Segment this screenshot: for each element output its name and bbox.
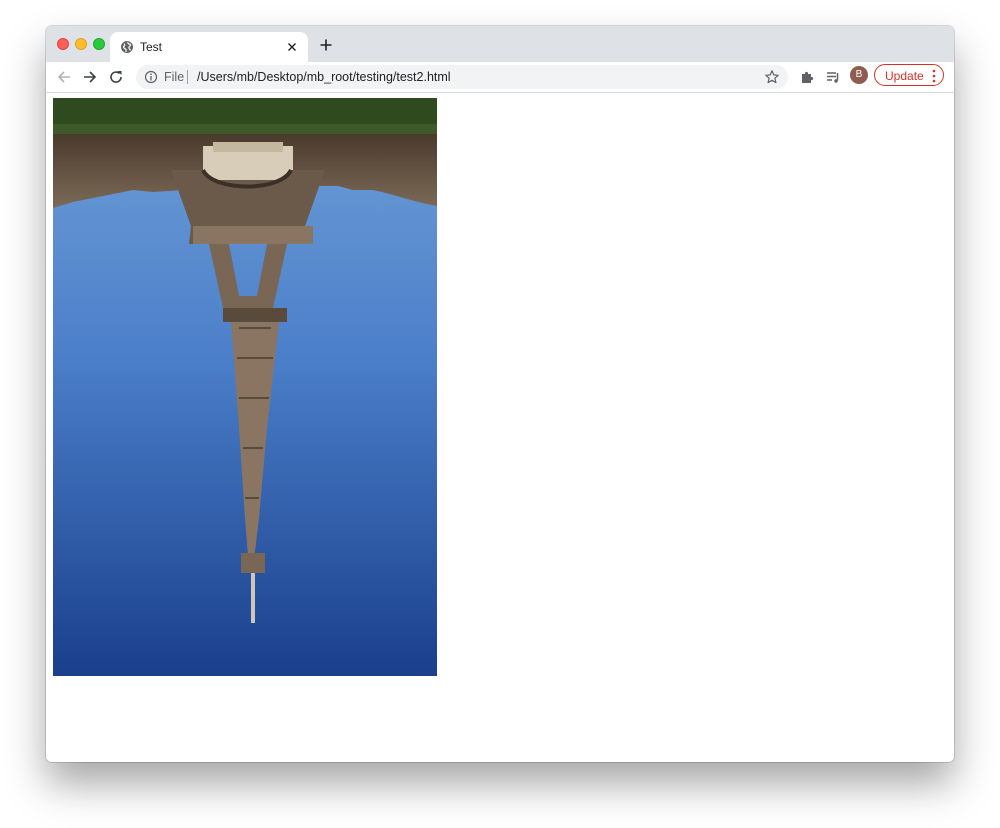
address-bar[interactable]: File /Users/mb/Desktop/mb_root/testing/t… <box>136 65 788 89</box>
puzzle-icon[interactable] <box>799 69 815 85</box>
kebab-menu-icon[interactable] <box>932 69 936 83</box>
page-content <box>46 93 954 762</box>
tab-test[interactable]: Test <box>110 32 308 62</box>
update-label: Update <box>885 69 924 83</box>
media-queue-icon[interactable] <box>825 69 841 85</box>
forward-arrow-icon[interactable] <box>82 69 98 85</box>
url-scheme-label: File <box>164 70 185 84</box>
update-button[interactable]: Update <box>874 64 944 86</box>
eiffel-tower-image <box>53 98 437 676</box>
globe-icon <box>121 41 133 53</box>
window-minimize-button[interactable] <box>75 38 87 50</box>
browser-window: Test File /Users/mb/Desktop/mb_root/test… <box>46 26 954 762</box>
tab-close-icon[interactable] <box>284 39 300 55</box>
avatar[interactable]: B <box>850 66 868 84</box>
reload-icon[interactable] <box>108 69 124 85</box>
tab-strip: Test <box>46 26 954 62</box>
window-maximize-button[interactable] <box>93 38 105 50</box>
back-arrow-icon[interactable] <box>56 69 72 85</box>
star-icon[interactable] <box>764 69 780 85</box>
toolbar: File /Users/mb/Desktop/mb_root/testing/t… <box>46 62 954 93</box>
url-text[interactable]: /Users/mb/Desktop/mb_root/testing/test2.… <box>197 70 451 84</box>
url-separator <box>187 70 188 84</box>
tab-title: Test <box>140 40 163 54</box>
info-icon[interactable] <box>144 70 158 84</box>
new-tab-icon[interactable] <box>318 37 334 53</box>
eiffel-tower-upside-down-photo <box>53 98 437 676</box>
window-close-button[interactable] <box>57 38 69 50</box>
